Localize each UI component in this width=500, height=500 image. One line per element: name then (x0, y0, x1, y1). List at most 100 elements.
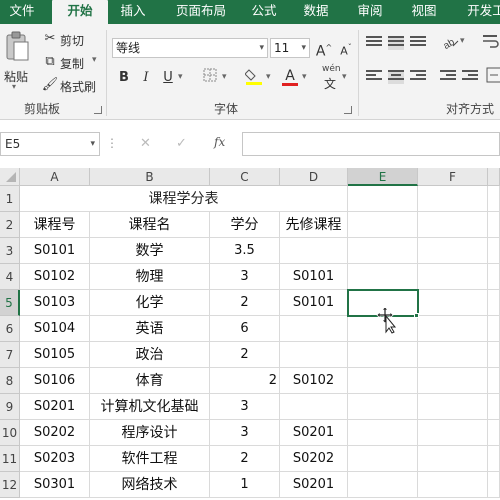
cell-F8[interactable] (418, 368, 488, 394)
cell-A10[interactable]: S0202 (20, 420, 90, 446)
column-header-B[interactable]: B (90, 168, 210, 186)
align-right-icon[interactable] (410, 70, 426, 84)
bottom-align-icon[interactable] (410, 36, 426, 50)
cell-C2[interactable]: 学分 (210, 212, 280, 238)
decrease-indent-icon[interactable] (440, 70, 456, 84)
scissors-icon[interactable]: ✂ (40, 29, 60, 49)
cell-G1[interactable] (488, 186, 500, 212)
font-color-dropdown-icon[interactable]: ▾ (302, 72, 307, 82)
copy-icon[interactable]: ⧉ (40, 52, 60, 72)
cell-E1[interactable] (348, 186, 418, 212)
tab-data[interactable]: 数据 (296, 0, 336, 24)
orientation-dropdown-icon[interactable]: ▾ (460, 36, 465, 46)
fill-color-dropdown-icon[interactable]: ▾ (266, 72, 271, 82)
font-launcher-icon[interactable] (344, 106, 352, 114)
cell-D10[interactable]: S0201 (280, 420, 348, 446)
borders-dropdown-icon[interactable]: ▾ (222, 72, 227, 82)
tab-home[interactable]: 开始 (52, 0, 108, 24)
cell-C8[interactable]: 2 (210, 368, 280, 394)
cell-C10[interactable]: 3 (210, 420, 280, 446)
cell-C6[interactable]: 6 (210, 316, 280, 342)
row-header-4[interactable]: 4 (0, 264, 20, 290)
orientation-icon[interactable]: ab (440, 32, 460, 52)
row-header-5[interactable]: 5 (0, 290, 20, 316)
cell-F6[interactable] (418, 316, 488, 342)
cell-C7[interactable]: 2 (210, 342, 280, 368)
cell-B5[interactable]: 化学 (90, 290, 210, 316)
row-header-1[interactable]: 1 (0, 186, 20, 212)
fill-handle[interactable] (414, 313, 419, 318)
cell-B4[interactable]: 物理 (90, 264, 210, 290)
cell-B2[interactable]: 课程名 (90, 212, 210, 238)
cell-B11[interactable]: 软件工程 (90, 446, 210, 472)
cell-E9[interactable] (348, 394, 418, 420)
cell-B3[interactable]: 数学 (90, 238, 210, 264)
column-header-F[interactable]: F (418, 168, 488, 186)
tab-review[interactable]: 审阅 (350, 0, 390, 24)
row-header-10[interactable]: 10 (0, 420, 20, 446)
cell-D11[interactable]: S0202 (280, 446, 348, 472)
cell-B8[interactable]: 体育 (90, 368, 210, 394)
row-header-2[interactable]: 2 (0, 212, 20, 238)
name-box[interactable]: E5 ▾ (0, 132, 100, 156)
row-header-12[interactable]: 12 (0, 472, 20, 498)
cell-D8[interactable]: S0102 (280, 368, 348, 394)
grow-font-button[interactable]: A^ (314, 38, 334, 60)
column-header-A[interactable]: A (20, 168, 90, 186)
cell-G12[interactable] (488, 472, 500, 498)
cell-F9[interactable] (418, 394, 488, 420)
bold-button[interactable]: B (114, 68, 134, 88)
cell-A12[interactable]: S0301 (20, 472, 90, 498)
formula-input[interactable] (242, 132, 500, 156)
cell-F3[interactable] (418, 238, 488, 264)
cell-G6[interactable] (488, 316, 500, 342)
cell-D9[interactable] (280, 394, 348, 420)
borders-icon[interactable] (200, 68, 220, 88)
phonetic-guide-icon[interactable]: 文 (324, 75, 336, 92)
cut-button[interactable]: 剪切 (60, 32, 84, 49)
cell-D6[interactable] (280, 316, 348, 342)
cell-C4[interactable]: 3 (210, 264, 280, 290)
top-align-icon[interactable] (366, 36, 382, 50)
increase-indent-icon[interactable] (462, 70, 478, 84)
column-header-E[interactable]: E (348, 168, 418, 186)
wrap-text-icon[interactable] (480, 32, 500, 52)
cell-B12[interactable]: 网络技术 (90, 472, 210, 498)
cell-G7[interactable] (488, 342, 500, 368)
underline-button[interactable]: U (158, 68, 178, 88)
cell-F11[interactable] (418, 446, 488, 472)
cell-D3[interactable] (280, 238, 348, 264)
cell-F10[interactable] (418, 420, 488, 446)
cell-E11[interactable] (348, 446, 418, 472)
tab-insert[interactable]: 插入 (110, 0, 156, 24)
cell-B9[interactable]: 计算机文化基础 (90, 394, 210, 420)
cell-B7[interactable]: 政治 (90, 342, 210, 368)
paste-dropdown-icon[interactable]: ▾ (12, 82, 16, 91)
format-painter-button[interactable]: 格式刷 (60, 78, 96, 95)
tab-developer[interactable]: 开发工 (456, 0, 500, 24)
cell-D12[interactable]: S0201 (280, 472, 348, 498)
cell-G9[interactable] (488, 394, 500, 420)
fill-color-icon[interactable] (244, 66, 264, 86)
cell-C9[interactable]: 3 (210, 394, 280, 420)
cell-G8[interactable] (488, 368, 500, 394)
row-header-7[interactable]: 7 (0, 342, 20, 368)
cell-G4[interactable] (488, 264, 500, 290)
cell-E3[interactable] (348, 238, 418, 264)
middle-align-icon[interactable] (388, 36, 404, 50)
cell-F7[interactable] (418, 342, 488, 368)
cell-A5[interactable]: S0103 (20, 290, 90, 316)
cell-G3[interactable] (488, 238, 500, 264)
cell-A2[interactable]: 课程号 (20, 212, 90, 238)
clipboard-launcher-icon[interactable] (94, 106, 102, 114)
cell-F5[interactable] (418, 290, 488, 316)
cell-F1[interactable] (418, 186, 488, 212)
cell-D7[interactable] (280, 342, 348, 368)
cell-C11[interactable]: 2 (210, 446, 280, 472)
cell-E4[interactable] (348, 264, 418, 290)
cell-F2[interactable] (418, 212, 488, 238)
column-header-G[interactable] (488, 168, 500, 186)
cell-D4[interactable]: S0101 (280, 264, 348, 290)
tab-file[interactable]: 文件 (0, 0, 44, 24)
italic-button[interactable]: I (136, 68, 156, 88)
